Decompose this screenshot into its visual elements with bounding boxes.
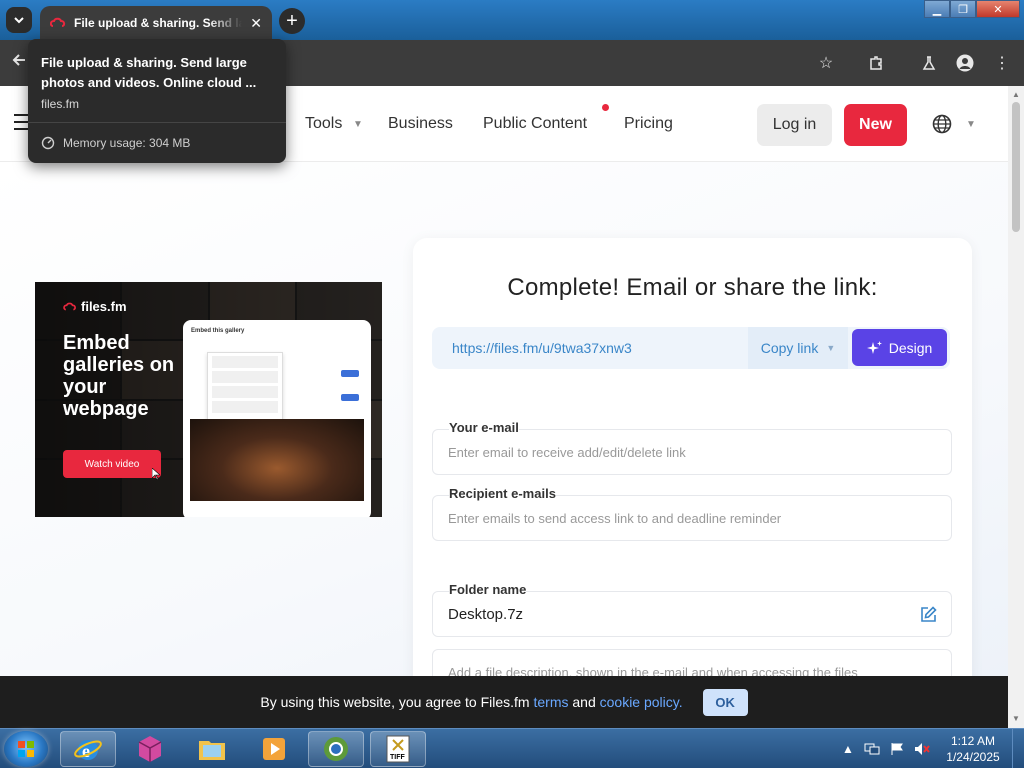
banner-card-photo <box>190 419 364 501</box>
tooltip-domain: files.fm <box>41 97 80 111</box>
minimize-button[interactable]: ▁ <box>924 0 950 18</box>
caret-down-icon: ▼ <box>826 343 836 353</box>
memory-usage-text: Memory usage: 304 MB <box>63 136 191 150</box>
taskbar-chrome[interactable] <box>308 731 364 767</box>
speaker-muted-icon[interactable] <box>914 742 930 756</box>
chevron-down-icon <box>14 17 24 24</box>
embed-galleries-banner[interactable]: files.fm Embed galleries on your webpage… <box>35 282 382 517</box>
flag-icon[interactable] <box>890 742 904 756</box>
browser-tab-active[interactable]: File upload & sharing. Send large photos… <box>40 6 272 40</box>
tooltip-divider <box>28 122 286 123</box>
extensions-icon[interactable] <box>866 53 886 73</box>
share-link[interactable]: https://files.fm/u/9twa37xnw3 <box>452 340 632 356</box>
app-cube-icon <box>138 736 162 762</box>
watch-video-button[interactable]: Watch video <box>63 450 161 478</box>
scrollbar-thumb[interactable] <box>1012 102 1020 232</box>
banner-headline: Embed galleries on your webpage <box>63 332 175 420</box>
clock-time: 1:12 AM <box>950 734 996 748</box>
tab-search-button[interactable] <box>6 7 32 33</box>
tab-close-icon[interactable]: ✕ <box>250 15 262 32</box>
labs-flask-icon[interactable] <box>919 53 939 73</box>
scroll-up-icon[interactable]: ▲ <box>1012 90 1020 99</box>
tab-title: File upload & sharing. Send large photos… <box>74 16 243 30</box>
your-email-label: Your e-mail <box>449 420 519 435</box>
maximize-button[interactable]: ❐ <box>950 0 976 18</box>
folder-name-input[interactable] <box>448 592 918 636</box>
your-email-field[interactable] <box>432 429 952 475</box>
browser-globe-icon <box>324 737 348 761</box>
profile-avatar-icon[interactable] <box>955 53 975 73</box>
folder-name-label: Folder name <box>449 582 527 597</box>
window-controls: ▁ ❐ ✕ <box>924 0 1020 20</box>
taskbar-clock[interactable]: 1:12 AM 1/24/2025 <box>940 733 1006 765</box>
taskbar-tiff-viewer[interactable]: TIFF <box>370 731 426 767</box>
gauge-icon <box>41 136 55 150</box>
tab-hover-card: File upload & sharing. Send large photos… <box>28 39 286 163</box>
tiff-file-icon: TIFF <box>386 735 410 763</box>
windows-taskbar: e TIFF ▲ 1:12 AM 1/24/2025 <box>0 728 1024 768</box>
sparkle-icon <box>866 340 882 354</box>
share-card: Complete! Email or share the link: https… <box>413 238 972 709</box>
terms-link[interactable]: terms <box>533 694 568 710</box>
scroll-down-icon[interactable]: ▼ <box>1012 714 1020 723</box>
nav-pricing[interactable]: Pricing <box>624 115 673 133</box>
internet-explorer-icon: e <box>74 740 102 761</box>
new-tab-button[interactable]: + <box>279 8 305 34</box>
nav-tools[interactable]: Tools <box>305 115 342 133</box>
recipient-emails-input[interactable] <box>448 496 918 540</box>
design-button[interactable]: Design <box>852 329 947 366</box>
bookmark-star-icon[interactable]: ☆ <box>816 53 836 73</box>
login-button[interactable]: Log in <box>757 104 832 146</box>
network-icon[interactable] <box>864 742 880 756</box>
tooltip-memory: Memory usage: 304 MB <box>41 136 190 150</box>
cookie-policy-link[interactable]: cookie policy. <box>600 694 683 710</box>
windows-logo-icon <box>18 741 34 757</box>
notification-dot <box>602 104 609 111</box>
vertical-scrollbar[interactable]: ▲ ▼ <box>1008 86 1024 728</box>
clock-date: 1/24/2025 <box>946 750 1000 764</box>
taskbar-media-player[interactable] <box>246 731 302 767</box>
nav-business[interactable]: Business <box>388 115 453 133</box>
more-menu-icon[interactable]: ⋮ <box>992 53 1012 73</box>
banner-card-menu <box>207 352 283 424</box>
files-fm-logo-icon <box>50 17 66 27</box>
banner-logo: files.fm <box>63 299 127 314</box>
system-tray: ▲ <box>842 735 930 763</box>
recipient-emails-field[interactable] <box>432 495 952 541</box>
your-email-input[interactable] <box>448 430 918 474</box>
taskbar-file-explorer[interactable] <box>184 731 240 767</box>
show-desktop-button[interactable] <box>1012 729 1024 768</box>
arrow-left-icon <box>12 54 25 66</box>
banner-card-title: Embed this gallery <box>191 328 245 334</box>
taskbar-internet-explorer[interactable]: e <box>60 731 116 767</box>
show-hidden-icons-icon[interactable]: ▲ <box>842 742 854 756</box>
share-title: Complete! Email or share the link: <box>507 274 878 301</box>
mouse-cursor-icon <box>152 468 160 480</box>
banner-screenshot-card: Embed this gallery <box>183 320 371 517</box>
browser-tab-strip: File upload & sharing. Send large photos… <box>0 0 1024 40</box>
caret-down-icon: ▼ <box>966 119 976 130</box>
tooltip-title: File upload & sharing. Send large photos… <box>41 55 257 90</box>
globe-icon[interactable] <box>932 114 952 134</box>
nav-public-content[interactable]: Public Content <box>483 115 587 133</box>
caret-down-icon: ▼ <box>353 119 363 130</box>
files-fm-logo-icon <box>63 302 76 310</box>
cookie-text: By using this website, you agree to File… <box>260 694 534 710</box>
copy-link-button[interactable]: Copy link ▼ <box>748 327 848 369</box>
taskbar-app-pink[interactable] <box>122 731 178 767</box>
close-window-button[interactable]: ✕ <box>976 0 1020 18</box>
cookie-ok-button[interactable]: OK <box>702 688 748 716</box>
recipient-emails-label: Recipient e-mails <box>449 486 556 501</box>
svg-text:TIFF: TIFF <box>390 754 405 761</box>
new-button[interactable]: New <box>844 104 907 146</box>
start-button[interactable] <box>4 731 48 767</box>
edit-pencil-icon[interactable] <box>920 606 937 623</box>
media-player-icon <box>263 738 285 760</box>
folder-icon <box>199 741 225 760</box>
cookie-consent-bar: By using this website, you agree to File… <box>0 676 1008 728</box>
folder-name-field[interactable] <box>432 591 952 637</box>
cookie-and-text: and <box>568 694 600 710</box>
